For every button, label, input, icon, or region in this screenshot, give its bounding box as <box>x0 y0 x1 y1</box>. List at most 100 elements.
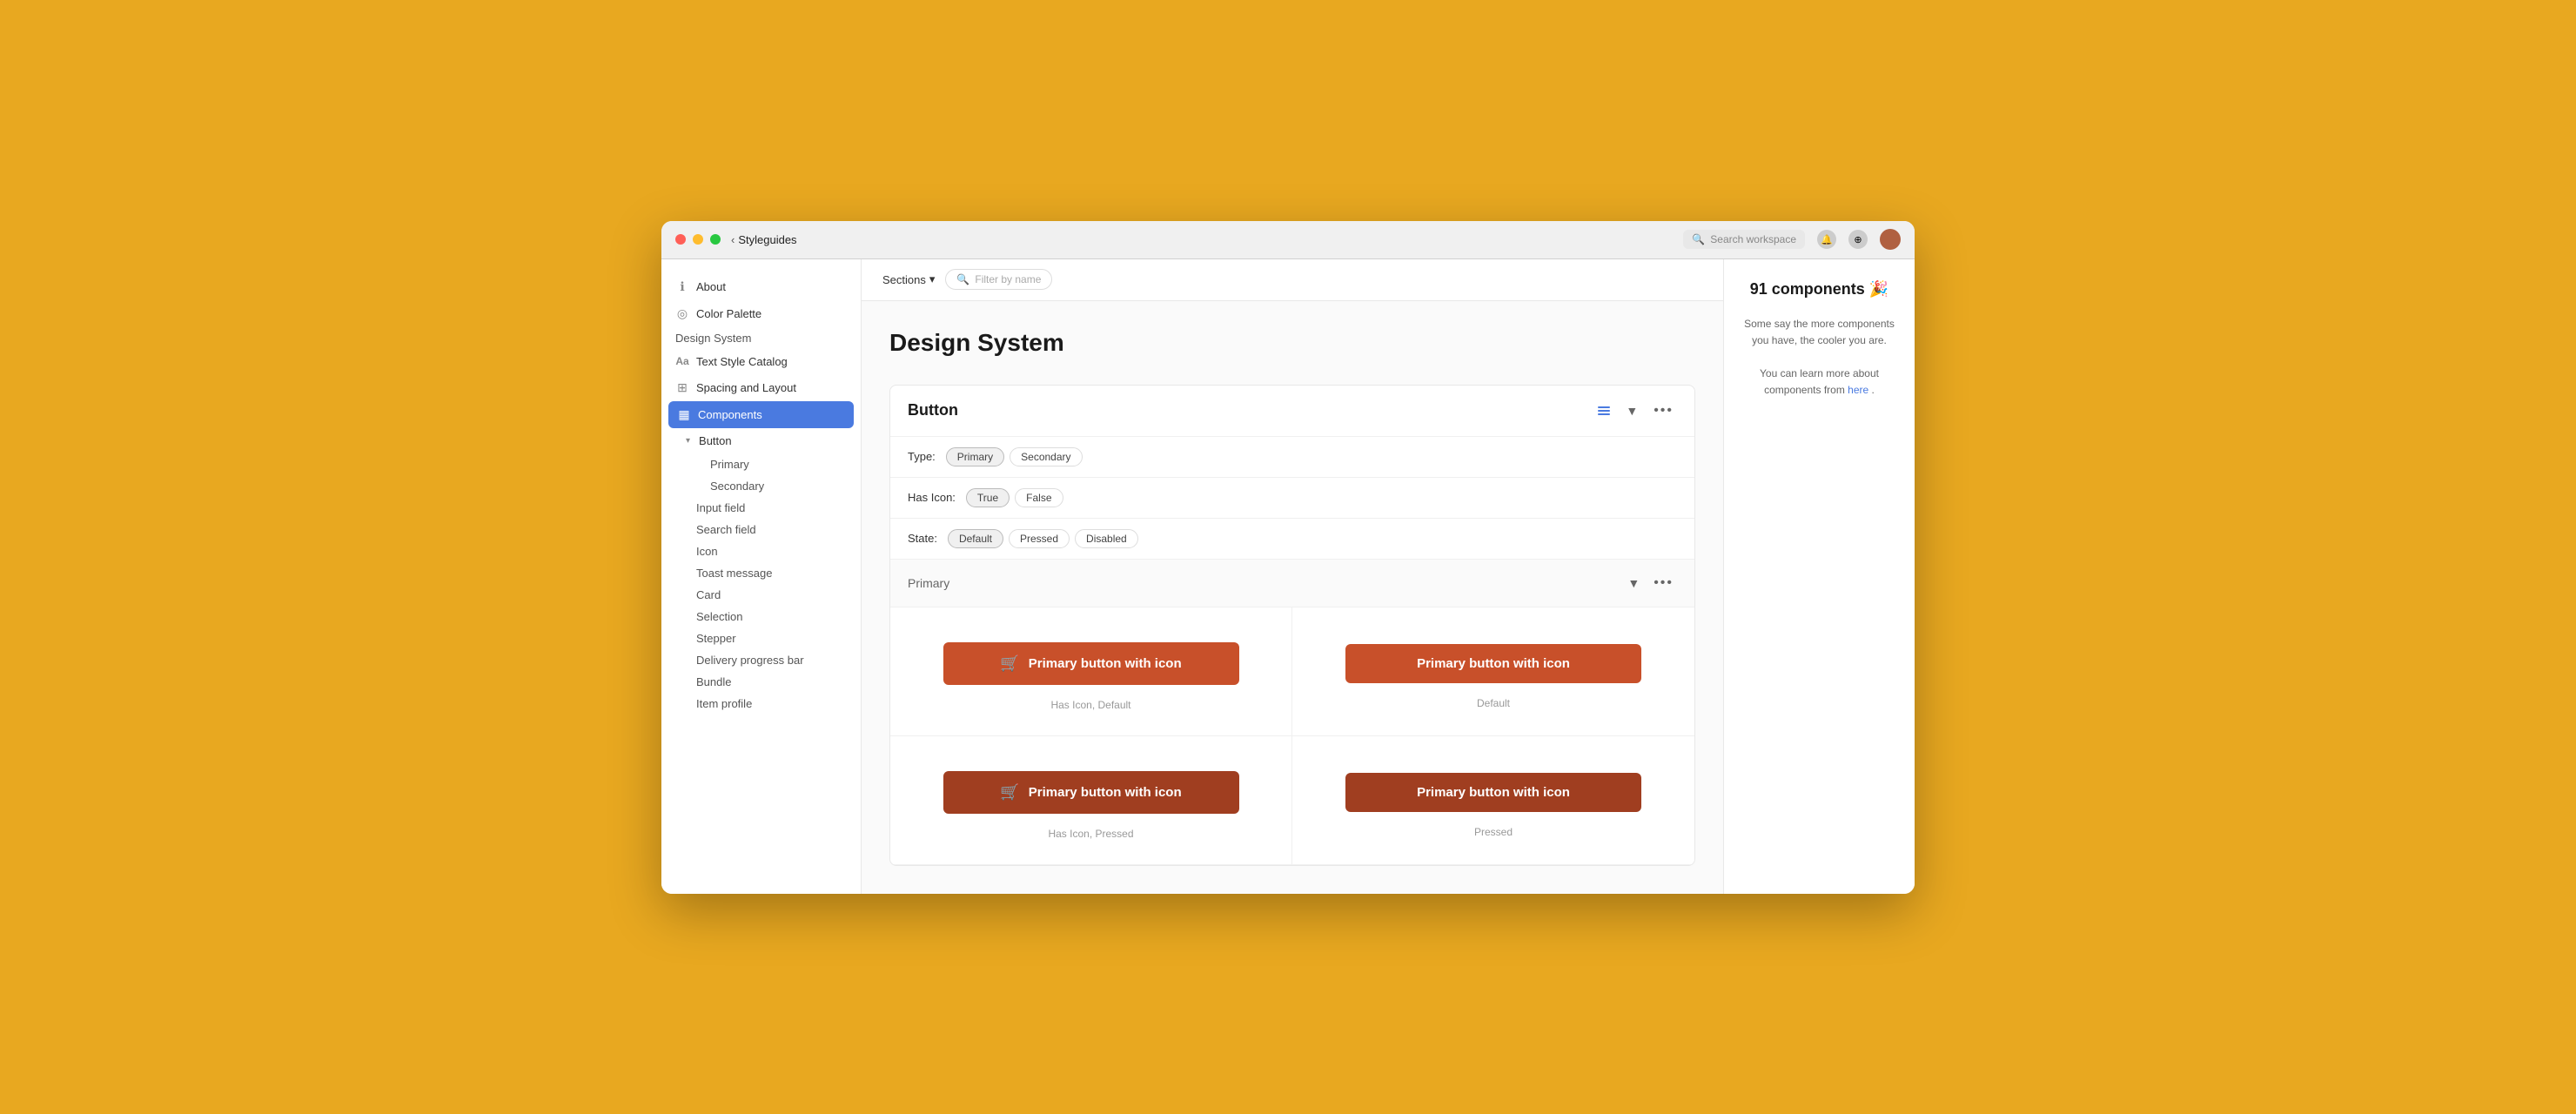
info-icon: ℹ <box>675 279 689 294</box>
has-icon-filter-tags: True False <box>966 488 1063 507</box>
sidebar-item-selection[interactable]: Selection <box>661 606 861 627</box>
component-count: 91 components 🎉 <box>1738 280 1901 299</box>
dropdown-button[interactable]: ▼ <box>1622 400 1641 421</box>
page-content: Design System Button <box>862 301 1723 894</box>
has-icon-filter-label: Has Icon: <box>908 491 956 504</box>
list-view-button[interactable] <box>1594 403 1613 419</box>
filter-search-icon: 🔍 <box>956 273 969 285</box>
section-header: Button ▼ ••• <box>890 386 1694 437</box>
state-filter-label: State: <box>908 532 937 545</box>
sidebar-label-secondary: Secondary <box>710 480 764 493</box>
sidebar-item-color-palette[interactable]: ◎ Color Palette <box>661 300 861 327</box>
cell-pressed: Primary button with icon Pressed <box>1292 736 1694 865</box>
sidebar-label-design-system: Design System <box>675 332 751 345</box>
filter-placeholder: Filter by name <box>975 273 1041 285</box>
components-icon: ▦ <box>677 407 691 422</box>
back-chevron-icon: ‹ <box>731 233 735 246</box>
minimize-button[interactable] <box>693 234 703 245</box>
sidebar-item-text-style[interactable]: Aa Text Style Catalog <box>661 349 861 374</box>
sidebar-item-stepper[interactable]: Stepper <box>661 627 861 649</box>
cell-default: Primary button with icon Default <box>1292 607 1694 736</box>
has-icon-filter-row: Has Icon: True False <box>890 478 1694 519</box>
right-panel-desc3: . <box>1872 384 1875 396</box>
sidebar-item-components[interactable]: ▦ Components <box>668 401 854 428</box>
notifications-icon[interactable]: 🔔 <box>1817 230 1836 249</box>
cell-has-icon-pressed: 🛒 Primary button with icon Has Icon, Pre… <box>890 736 1292 865</box>
component-grid: 🛒 Primary button with icon Has Icon, Def… <box>890 607 1694 865</box>
back-button[interactable]: ‹ Styleguides <box>731 233 797 246</box>
type-tag-primary[interactable]: Primary <box>946 447 1004 466</box>
state-tag-default[interactable]: Default <box>948 529 1003 548</box>
sidebar-item-card[interactable]: Card <box>661 584 861 606</box>
has-icon-tag-false[interactable]: False <box>1015 488 1063 507</box>
search-workspace-input[interactable]: 🔍 Search workspace <box>1683 230 1805 249</box>
has-icon-tag-true[interactable]: True <box>966 488 1010 507</box>
sidebar-item-icon[interactable]: Icon <box>661 540 861 562</box>
sidebar-item-button[interactable]: ▾ Button <box>661 428 861 453</box>
close-button[interactable] <box>675 234 686 245</box>
sidebar-item-design-system[interactable]: Design System <box>661 327 861 349</box>
sidebar-item-about[interactable]: ℹ About <box>661 273 861 300</box>
sidebar-label-bundle: Bundle <box>696 675 731 688</box>
sidebar-label-card: Card <box>696 588 721 601</box>
button-component-section: Button ▼ ••• <box>889 385 1695 866</box>
primary-dropdown-icon: ▼ <box>1627 576 1640 590</box>
primary-button-has-icon-default[interactable]: 🛒 Primary button with icon <box>943 642 1239 685</box>
sidebar-item-item-profile[interactable]: Item profile <box>661 693 861 715</box>
primary-dropdown-button[interactable]: ▼ <box>1624 573 1643 594</box>
primary-more-button[interactable]: ••• <box>1650 572 1677 594</box>
sidebar-label-text-style: Text Style Catalog <box>696 355 788 368</box>
learn-more-link[interactable]: here <box>1848 384 1868 396</box>
type-tag-secondary[interactable]: Secondary <box>1010 447 1082 466</box>
sidebar-label-button: Button <box>699 434 732 447</box>
sidebar-item-spacing[interactable]: ⊞ Spacing and Layout <box>661 374 861 401</box>
primary-subsection-header: Primary ▼ ••• <box>890 560 1694 607</box>
cart-icon: 🛒 <box>1000 654 1019 673</box>
sidebar-item-search-field[interactable]: Search field <box>661 519 861 540</box>
primary-button-label-3: Primary button with icon <box>1029 785 1182 800</box>
content-toolbar: Sections ▾ 🔍 Filter by name <box>862 259 1723 301</box>
sections-button[interactable]: Sections ▾ <box>882 272 935 286</box>
sidebar-label-about: About <box>696 280 726 293</box>
state-tag-pressed[interactable]: Pressed <box>1009 529 1070 548</box>
more-options-button[interactable]: ••• <box>1650 399 1677 422</box>
sidebar-item-primary[interactable]: Primary <box>661 453 861 475</box>
sidebar-label-spacing: Spacing and Layout <box>696 381 796 394</box>
type-filter-label: Type: <box>908 450 936 463</box>
dropdown-icon: ▼ <box>1626 404 1638 418</box>
sidebar-label-toast-message: Toast message <box>696 567 772 580</box>
right-panel-desc1: Some say the more components you have, t… <box>1744 318 1895 346</box>
state-filter-row: State: Default Pressed Disabled <box>890 519 1694 560</box>
sidebar: ℹ About ◎ Color Palette Design System Aa… <box>661 259 862 894</box>
sidebar-item-secondary[interactable]: Secondary <box>661 475 861 497</box>
app-window: ‹ Styleguides 🔍 Search workspace 🔔 ⊕ ℹ A… <box>661 221 1915 894</box>
avatar[interactable] <box>1880 229 1901 250</box>
primary-button-label-2: Primary button with icon <box>1417 656 1570 671</box>
sidebar-item-toast-message[interactable]: Toast message <box>661 562 861 584</box>
right-panel: 91 components 🎉 Some say the more compon… <box>1723 259 1915 894</box>
maximize-button[interactable] <box>710 234 721 245</box>
primary-subsection-title: Primary <box>908 576 949 590</box>
primary-button-default[interactable]: Primary button with icon <box>1345 644 1641 683</box>
state-tag-disabled[interactable]: Disabled <box>1075 529 1138 548</box>
primary-button-label-1: Primary button with icon <box>1029 656 1182 671</box>
spacing-icon: ⊞ <box>675 380 689 395</box>
sidebar-item-input-field[interactable]: Input field <box>661 497 861 519</box>
cart-icon-pressed: 🛒 <box>1000 783 1019 802</box>
sidebar-label-stepper: Stepper <box>696 632 736 645</box>
sidebar-item-delivery-progress[interactable]: Delivery progress bar <box>661 649 861 671</box>
section-title: Button <box>908 401 958 419</box>
text-style-icon: Aa <box>675 355 689 367</box>
subsection-actions: ▼ ••• <box>1624 572 1677 594</box>
right-panel-description: Some say the more components you have, t… <box>1738 316 1901 399</box>
primary-button-pressed[interactable]: Primary button with icon <box>1345 773 1641 812</box>
help-icon[interactable]: ⊕ <box>1848 230 1868 249</box>
type-filter-tags: Primary Secondary <box>946 447 1083 466</box>
primary-button-has-icon-pressed[interactable]: 🛒 Primary button with icon <box>943 771 1239 814</box>
sidebar-label-primary: Primary <box>710 458 749 471</box>
sidebar-item-bundle[interactable]: Bundle <box>661 671 861 693</box>
cell-has-icon-default: 🛒 Primary button with icon Has Icon, Def… <box>890 607 1292 736</box>
filter-input[interactable]: 🔍 Filter by name <box>945 269 1052 290</box>
cell-label-3: Has Icon, Pressed <box>1048 828 1133 840</box>
sidebar-label-delivery-progress: Delivery progress bar <box>696 654 804 667</box>
